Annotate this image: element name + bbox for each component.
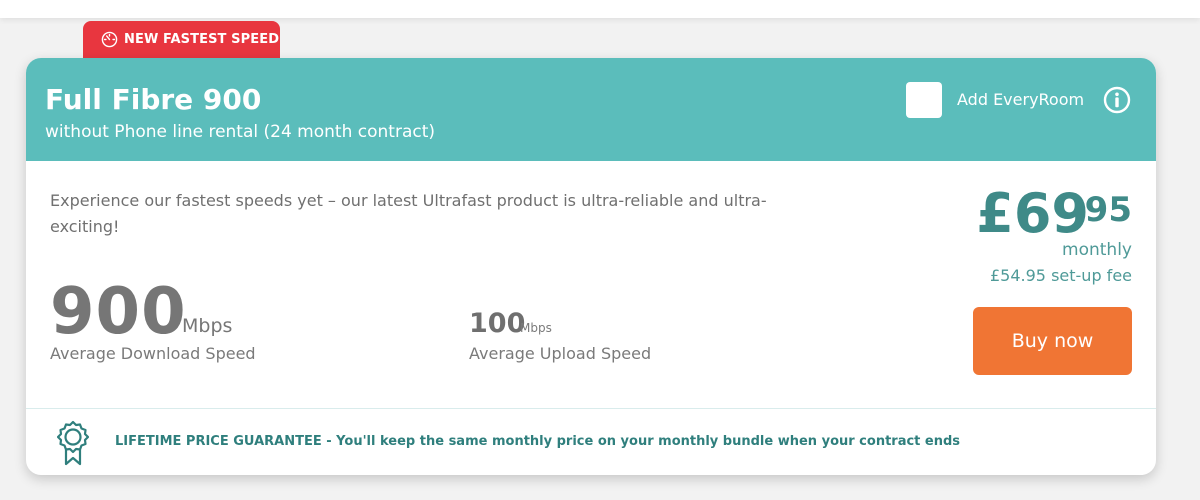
info-icon[interactable] [1103, 86, 1131, 114]
plan-card-header: Full Fibre 900 without Phone line rental… [26, 58, 1156, 161]
upload-speed-label: Average Upload Speed [469, 344, 652, 363]
badge-label: NEW FASTEST SPEED [124, 32, 280, 47]
monthly-price-pence: .95 [1071, 190, 1132, 230]
speedometer-icon [101, 31, 118, 48]
plan-card: Full Fibre 900 without Phone line rental… [26, 58, 1156, 475]
upload-speed-unit: Mbps [520, 321, 552, 335]
add-everyroom-label[interactable]: Add EveryRoom [957, 89, 1084, 111]
buy-now-button[interactable]: Buy now [973, 307, 1132, 375]
price-period: monthly [1062, 240, 1132, 260]
plan-description: Experience our fastest speeds yet – our … [50, 191, 767, 236]
lifetime-price-guarantee: LIFETIME PRICE GUARANTEE - You'll keep t… [115, 434, 961, 449]
download-speed-value: 900 [50, 275, 187, 349]
card-divider [26, 408, 1156, 409]
plan-subtitle: without Phone line rental (24 month cont… [45, 122, 436, 142]
setup-fee: £54.95 set-up fee [990, 266, 1132, 285]
download-speed-label: Average Download Speed [50, 344, 256, 363]
page-top-bar [0, 0, 1200, 18]
download-speed-unit: Mbps [182, 315, 233, 337]
upload-speed-value: 100 [469, 308, 526, 339]
award-ribbon-icon [57, 420, 89, 466]
add-everyroom-checkbox[interactable] [906, 82, 942, 118]
plan-title: Full Fibre 900 [45, 83, 262, 116]
